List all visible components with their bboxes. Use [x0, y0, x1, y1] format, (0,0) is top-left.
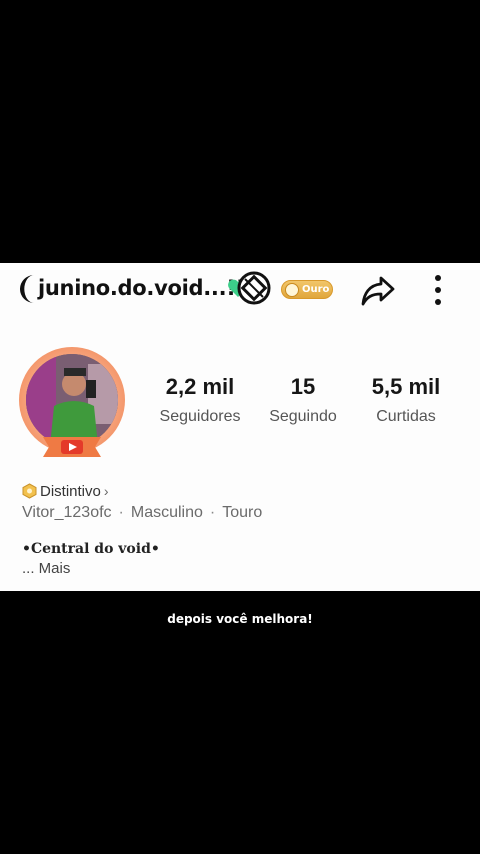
following-stat[interactable]: 15 Seguindo	[258, 373, 348, 427]
separator: ·	[118, 504, 124, 521]
followers-stat[interactable]: 2,2 mil Seguidores	[150, 373, 250, 427]
chevron-right-icon: ›	[103, 483, 109, 499]
handle-text: Vitor_123ofc	[22, 504, 112, 521]
distintivo-link[interactable]: Distintivo ›	[22, 481, 109, 501]
profile-stats: 2,2 mil Seguidores 15 Seguindo 5,5 mil C…	[140, 373, 470, 433]
medal-icon	[285, 282, 299, 297]
share-arrow-icon[interactable]	[360, 273, 396, 307]
separator: ·	[209, 504, 216, 521]
circle-diamond-icon	[237, 271, 271, 305]
likes-count: 5,5 mil	[371, 374, 441, 399]
bio-more-link[interactable]: ... Mais	[22, 560, 70, 577]
following-label: Seguindo	[269, 408, 337, 425]
gold-tier-label: Ouro	[302, 284, 330, 295]
video-top-area	[0, 0, 480, 263]
bio-title: •Central do void•	[22, 541, 160, 557]
gender-text: Masculino	[130, 504, 203, 521]
likes-label: Curtidas	[376, 408, 436, 425]
crescent-moon-icon	[20, 275, 34, 303]
likes-stat[interactable]: 5,5 mil Curtidas	[356, 373, 456, 427]
video-caption: depois você melhora!	[167, 612, 313, 626]
profile-header: junino.do.void...!! Ouro	[0, 263, 480, 315]
profile-meta: Vitor_123ofc · Masculino · Touro	[22, 504, 262, 522]
avatar[interactable]	[19, 347, 127, 465]
username: junino.do.void...!!	[38, 276, 245, 300]
vertical-dots-icon[interactable]	[428, 273, 448, 307]
followers-label: Seguidores	[159, 408, 241, 425]
gold-tier-badge[interactable]: Ouro	[281, 280, 333, 299]
followers-count: 2,2 mil	[165, 374, 235, 399]
profile-card: junino.do.void...!! Ouro 2,2 mil Seguido…	[0, 263, 480, 591]
hexagon-badge-icon	[22, 483, 37, 499]
distintivo-label: Distintivo	[40, 482, 101, 500]
following-count: 15	[290, 374, 316, 399]
sign-text: Touro	[222, 504, 263, 521]
avatar-frame-banner	[43, 437, 101, 457]
